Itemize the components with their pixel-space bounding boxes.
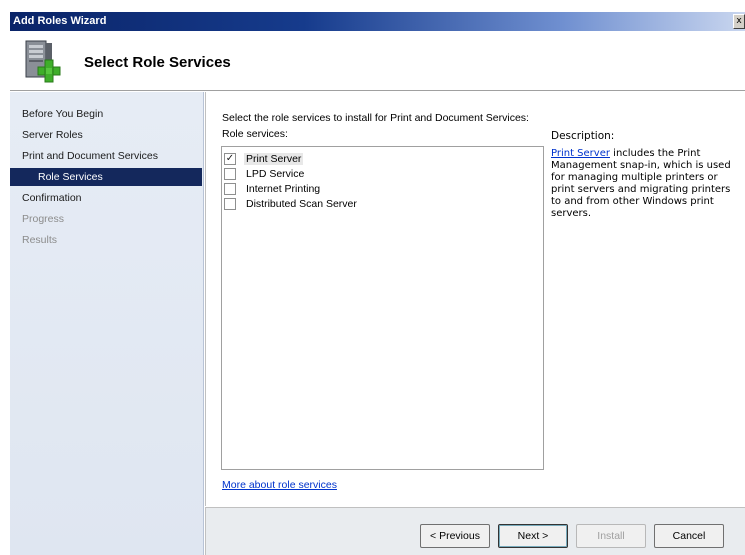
main-content: Select the role services to install for … xyxy=(205,92,745,506)
wizard-steps-sidebar: Before You Begin Server Roles Print and … xyxy=(10,92,204,555)
previous-button[interactable]: < Previous xyxy=(420,524,490,548)
next-button[interactable]: Next > xyxy=(498,524,568,548)
print-server-link[interactable]: Print Server xyxy=(551,148,610,159)
service-label: Print Server xyxy=(244,153,304,165)
role-services-label: Role services: xyxy=(222,128,288,140)
page-title: Select Role Services xyxy=(84,54,231,71)
outer-margin-top xyxy=(0,0,745,12)
service-print-server[interactable]: ✓ Print Server xyxy=(224,152,304,166)
step-results: Results xyxy=(22,234,58,246)
wizard-footer: < Previous Next > Install Cancel xyxy=(205,507,745,555)
role-services-list[interactable]: ✓ Print Server LPD Service Internet Prin… xyxy=(221,146,544,470)
lpd-service-checkbox[interactable] xyxy=(224,168,236,180)
cancel-button[interactable]: Cancel xyxy=(654,524,724,548)
more-about-role-services-link[interactable]: More about role services xyxy=(222,479,337,491)
step-role-services[interactable]: Role Services xyxy=(10,168,202,186)
service-label: Internet Printing xyxy=(246,183,321,195)
service-label: Distributed Scan Server xyxy=(246,198,357,210)
close-icon[interactable]: x xyxy=(733,14,745,29)
internet-printing-checkbox[interactable] xyxy=(224,183,236,195)
window-title: Add Roles Wizard xyxy=(13,15,107,27)
service-internet-printing[interactable]: Internet Printing xyxy=(224,182,322,196)
description-body: Print Server includes the Print Manageme… xyxy=(551,148,743,220)
service-label: LPD Service xyxy=(246,168,305,180)
service-distributed-scan[interactable]: Distributed Scan Server xyxy=(224,197,359,211)
step-before-you-begin[interactable]: Before You Begin xyxy=(10,105,204,123)
wizard-header: Select Role Services xyxy=(10,31,745,91)
step-progress: Progress xyxy=(22,213,65,225)
service-lpd[interactable]: LPD Service xyxy=(224,167,306,181)
install-button: Install xyxy=(576,524,646,548)
print-server-checkbox[interactable]: ✓ xyxy=(224,153,236,165)
server-add-icon xyxy=(25,40,61,83)
distributed-scan-checkbox[interactable] xyxy=(224,198,236,210)
instruction-text: Select the role services to install for … xyxy=(222,112,529,124)
step-server-roles[interactable]: Server Roles xyxy=(10,126,204,144)
description-title: Description: xyxy=(551,130,615,142)
title-bar[interactable]: Add Roles Wizard x xyxy=(10,12,745,31)
outer-margin-left xyxy=(0,0,10,555)
step-confirmation[interactable]: Confirmation xyxy=(10,189,204,207)
step-print-and-document-services[interactable]: Print and Document Services xyxy=(10,147,204,165)
